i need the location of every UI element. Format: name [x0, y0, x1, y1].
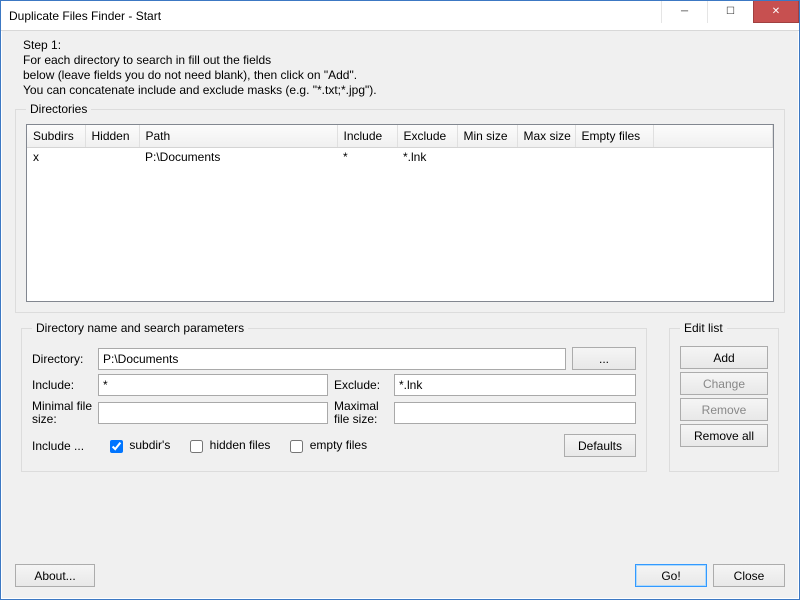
about-button[interactable]: About... — [15, 564, 95, 587]
empty-checkbox[interactable] — [290, 440, 303, 453]
window-minimize-button[interactable]: ─ — [661, 1, 707, 23]
maxsize-label: Maximal file size: — [334, 400, 388, 426]
go-button[interactable]: Go! — [635, 564, 707, 587]
col-path[interactable]: Path — [139, 125, 337, 147]
col-empty[interactable]: Empty files — [575, 125, 653, 147]
hidden-checkbox-wrap[interactable]: hidden files — [190, 438, 270, 452]
change-button[interactable]: Change — [680, 372, 768, 395]
cell-path: P:\Documents — [139, 147, 337, 166]
minsize-label: Minimal file size: — [32, 400, 92, 426]
cell-minsize — [457, 147, 517, 166]
params-legend: Directory name and search parameters — [32, 321, 248, 335]
cell-exclude: *.lnk — [397, 147, 457, 166]
defaults-button[interactable]: Defaults — [564, 434, 636, 457]
col-maxsize[interactable]: Max size — [517, 125, 575, 147]
directories-table[interactable]: Subdirs Hidden Path Include Exclude Min … — [26, 124, 774, 302]
remove-all-button[interactable]: Remove all — [680, 424, 768, 447]
directories-group: Directories Subdirs Hidden Path Include — [15, 102, 785, 313]
step-instructions: Step 1: For each directory to search in … — [23, 38, 787, 98]
directory-label: Directory: — [32, 352, 92, 366]
col-spacer — [653, 125, 773, 147]
minsize-input[interactable] — [98, 402, 328, 424]
col-hidden[interactable]: Hidden — [85, 125, 139, 147]
browse-button[interactable]: ... — [572, 347, 636, 370]
include-label: Include: — [32, 378, 92, 392]
empty-checkbox-wrap[interactable]: empty files — [290, 438, 367, 452]
step-heading: Step 1: — [23, 38, 787, 53]
add-button[interactable]: Add — [680, 346, 768, 369]
directories-legend: Directories — [26, 102, 91, 116]
window-maximize-button[interactable]: ☐ — [707, 1, 753, 23]
window-title: Duplicate Files Finder - Start — [9, 9, 661, 23]
maxsize-input[interactable] — [394, 402, 636, 424]
params-group: Directory name and search parameters Dir… — [21, 321, 647, 472]
exclude-input[interactable] — [394, 374, 636, 396]
hidden-checkbox[interactable] — [190, 440, 203, 453]
subdirs-checkbox-label: subdir's — [129, 438, 170, 452]
col-exclude[interactable]: Exclude — [397, 125, 457, 147]
empty-checkbox-label: empty files — [310, 438, 367, 452]
col-include[interactable]: Include — [337, 125, 397, 147]
step-line: You can concatenate include and exclude … — [23, 83, 787, 98]
step-line: For each directory to search in fill out… — [23, 53, 787, 68]
include-options-label: Include ... — [32, 439, 104, 453]
cell-subdirs: x — [27, 147, 85, 166]
window-close-button[interactable]: ✕ — [753, 1, 799, 23]
cell-maxsize — [517, 147, 575, 166]
editlist-legend: Edit list — [680, 321, 727, 335]
editlist-group: Edit list Add Change Remove Remove all — [669, 321, 779, 472]
hidden-checkbox-label: hidden files — [210, 438, 271, 452]
cell-empty — [575, 147, 653, 166]
cell-hidden — [85, 147, 139, 166]
step-line: below (leave fields you do not need blan… — [23, 68, 787, 83]
exclude-label: Exclude: — [334, 378, 388, 392]
close-button[interactable]: Close — [713, 564, 785, 587]
subdirs-checkbox[interactable] — [110, 440, 123, 453]
subdirs-checkbox-wrap[interactable]: subdir's — [110, 438, 170, 452]
remove-button[interactable]: Remove — [680, 398, 768, 421]
cell-include: * — [337, 147, 397, 166]
col-subdirs[interactable]: Subdirs — [27, 125, 85, 147]
directory-input[interactable] — [98, 348, 566, 370]
table-row[interactable]: x P:\Documents * *.lnk — [27, 147, 773, 166]
include-input[interactable] — [98, 374, 328, 396]
col-minsize[interactable]: Min size — [457, 125, 517, 147]
